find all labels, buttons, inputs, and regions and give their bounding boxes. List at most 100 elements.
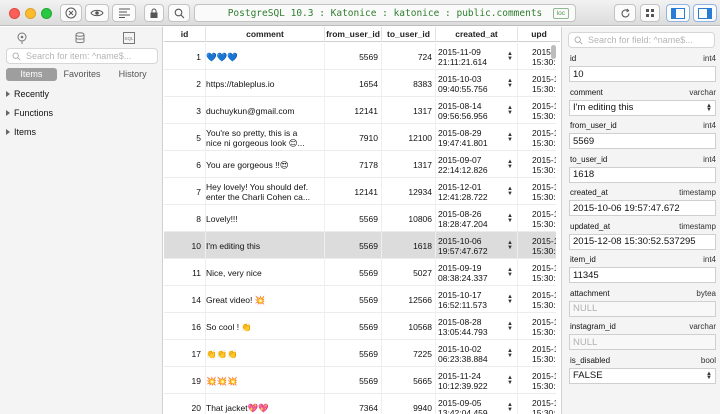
stepper-icon[interactable]: ▲ ▼ bbox=[507, 321, 513, 332]
cell-created-at[interactable]: 2015-08-28 13:05:44.793 bbox=[436, 313, 518, 340]
stepper-icon[interactable]: ▲ ▼ bbox=[507, 375, 513, 386]
cell-from-user-id[interactable]: 12141 bbox=[325, 178, 382, 205]
stepper-icon[interactable]: ▲ ▼ bbox=[507, 213, 513, 224]
cell-to-user-id[interactable]: 5027 bbox=[382, 259, 436, 286]
tab-history[interactable]: History bbox=[107, 68, 158, 81]
column-header-to-user-id[interactable]: to_user_id bbox=[382, 27, 436, 42]
cell-id[interactable]: 5 bbox=[164, 124, 206, 151]
column-header-id[interactable]: id bbox=[164, 27, 206, 42]
cell-to-user-id[interactable]: 5665 bbox=[382, 367, 436, 394]
table-row[interactable]: 7 Hey lovely! You should def. enter the Ch… bbox=[164, 178, 556, 205]
table-row[interactable]: 8 Lovely!!! 5569 10806 2015-08-26 18:28:47.20… bbox=[164, 205, 556, 232]
field-value-updated-at[interactable]: 2015-12-08 15:30:52.537295 bbox=[569, 233, 716, 250]
cell-from-user-id[interactable]: 5569 bbox=[325, 313, 382, 340]
cell-id[interactable]: 7 bbox=[164, 178, 206, 205]
cell-created-at[interactable]: 2015-10-17 16:52:11.573 bbox=[436, 286, 518, 313]
cell-to-user-id[interactable]: 8383 bbox=[382, 70, 436, 97]
table-row[interactable]: 1 💙💙💙 5569 724 2015-11-09 21:11:21.614 ▲ ▼ 2015-… bbox=[164, 43, 556, 70]
cell-created-at[interactable]: 2015-10-06 19:57:47.672 bbox=[436, 232, 518, 259]
cell-comment[interactable]: 👏👏👏 bbox=[206, 340, 325, 367]
disclosure-triangle-icon[interactable] bbox=[6, 91, 10, 97]
cell-to-user-id[interactable]: 12566 bbox=[382, 286, 436, 313]
layout-grid-button[interactable] bbox=[640, 4, 660, 22]
connection-info[interactable]: PostgreSQL 10.3 : Katonice : katonice : … bbox=[194, 4, 576, 22]
cell-to-user-id[interactable]: 9940 bbox=[382, 394, 436, 414]
stepper-icon[interactable]: ▲ ▼ bbox=[507, 240, 513, 251]
cell-from-user-id[interactable]: 5569 bbox=[325, 259, 382, 286]
refresh-button[interactable] bbox=[614, 4, 636, 22]
cell-from-user-id[interactable]: 5569 bbox=[325, 286, 382, 313]
cell-comment[interactable]: So cool ! 👏 bbox=[206, 313, 325, 340]
field-value-from-user-id[interactable]: 5569 bbox=[569, 133, 716, 149]
cell-created-at[interactable]: 2015-09-05 13:42:04.459 bbox=[436, 394, 518, 414]
cell-from-user-id[interactable]: 5569 bbox=[325, 232, 382, 259]
zoom-window-button[interactable] bbox=[41, 8, 52, 19]
table-row[interactable]: 2 https://tableplus.io 1654 8383 2015-10-03 0… bbox=[164, 70, 556, 97]
cell-id[interactable]: 6 bbox=[164, 151, 206, 178]
cell-to-user-id[interactable]: 12934 bbox=[382, 178, 436, 205]
stepper-icon[interactable]: ▲ ▼ bbox=[507, 267, 513, 278]
cell-from-user-id[interactable]: 7910 bbox=[325, 124, 382, 151]
cell-id[interactable]: 14 bbox=[164, 286, 206, 313]
database-sidebar-button[interactable] bbox=[72, 31, 88, 45]
field-value-comment[interactable]: I'm editing this ▲ ▼ bbox=[569, 99, 716, 116]
stepper-icon[interactable]: ▲ ▼ bbox=[507, 294, 513, 305]
cell-created-at[interactable]: 2015-10-03 09:40:55.756 bbox=[436, 70, 518, 97]
cell-from-user-id[interactable]: 5569 bbox=[325, 43, 382, 70]
stepper-icon[interactable]: ▲ ▼ bbox=[507, 132, 513, 143]
toggle-left-panel-button[interactable] bbox=[666, 4, 690, 22]
cell-comment[interactable]: duchuykun@gmail.com bbox=[206, 97, 325, 124]
item-search[interactable] bbox=[6, 48, 158, 64]
table-row[interactable]: 20 That jacket💖💖 7364 9940 2015-09-05 13:42:0… bbox=[164, 394, 556, 414]
cell-comment[interactable]: I'm editing this bbox=[206, 232, 325, 259]
table-row[interactable]: 11 Nice, very nice 5569 5027 2015-09-19 08:38… bbox=[164, 259, 556, 286]
table-row[interactable]: 16 So cool ! 👏 5569 10568 2015-08-28 13:05:44… bbox=[164, 313, 556, 340]
cell-created-at[interactable]: 2015-09-19 08:38:24.337 bbox=[436, 259, 518, 286]
stepper-icon[interactable]: ▲ ▼ bbox=[507, 159, 513, 170]
stepper-icon[interactable]: ▲ ▼ bbox=[507, 105, 513, 116]
cell-to-user-id[interactable]: 724 bbox=[382, 43, 436, 70]
cell-comment[interactable]: Nice, very nice bbox=[206, 259, 325, 286]
cell-comment[interactable]: https://tableplus.io bbox=[206, 70, 325, 97]
cell-created-at[interactable]: 2015-10-02 06:23:38.884 bbox=[436, 340, 518, 367]
cell-id[interactable]: 2 bbox=[164, 70, 206, 97]
stepper-icon[interactable]: ▲ ▼ bbox=[507, 186, 513, 197]
field-search-input[interactable] bbox=[588, 35, 708, 45]
stepper-icon[interactable]: ▲ ▼ bbox=[507, 402, 513, 413]
table-row[interactable]: 6 You are gorgeous !!😍 7178 1317 2015-09-07 2… bbox=[164, 151, 556, 178]
cell-from-user-id[interactable]: 12141 bbox=[325, 97, 382, 124]
tab-favorites[interactable]: Favorites bbox=[57, 68, 108, 81]
cell-id[interactable]: 17 bbox=[164, 340, 206, 367]
close-window-button[interactable] bbox=[9, 8, 20, 19]
cell-comment[interactable]: 💙💙💙 bbox=[206, 43, 325, 70]
stepper-icon[interactable]: ▲ ▼ bbox=[507, 348, 513, 359]
stepper-icon[interactable]: ▲ ▼ bbox=[507, 51, 513, 62]
cell-to-user-id[interactable]: 10568 bbox=[382, 313, 436, 340]
cell-created-at[interactable]: 2015-09-07 22:14:12.826 bbox=[436, 151, 518, 178]
field-value-to-user-id[interactable]: 1618 bbox=[569, 166, 716, 183]
search-button[interactable] bbox=[168, 4, 190, 22]
cell-from-user-id[interactable]: 5569 bbox=[325, 205, 382, 232]
table-row[interactable]: 5 You're so pretty, this is a nice ni gorg… bbox=[164, 124, 556, 151]
column-header-created-at[interactable]: created_at bbox=[436, 27, 518, 42]
table-row[interactable]: 3 duchuykun@gmail.com 12141 1317 2015-08-14 0… bbox=[164, 97, 556, 124]
stepper-icon[interactable]: ▲ ▼ bbox=[507, 78, 513, 89]
cell-to-user-id[interactable]: 1618 bbox=[382, 232, 436, 259]
cell-to-user-id[interactable]: 1317 bbox=[382, 97, 436, 124]
tree-item-recently[interactable]: Recently bbox=[6, 89, 156, 99]
cell-created-at[interactable]: 2015-11-09 21:11:21.614 bbox=[436, 43, 518, 70]
cell-created-at[interactable]: 2015-08-14 09:56:56.956 bbox=[436, 97, 518, 124]
table-row[interactable]: 19 💥💥💥 5569 5665 2015-11-24 10:12:39.922 ▲ ▼ 201… bbox=[164, 367, 556, 394]
field-value-id[interactable]: 10 bbox=[569, 66, 716, 82]
column-header-comment[interactable]: comment bbox=[206, 27, 325, 42]
cell-to-user-id[interactable]: 1317 bbox=[382, 151, 436, 178]
cell-id[interactable]: 16 bbox=[164, 313, 206, 340]
cell-to-user-id[interactable]: 7225 bbox=[382, 340, 436, 367]
field-value-item-id[interactable]: 11345 bbox=[569, 267, 716, 283]
table-row[interactable]: 17 👏👏👏 5569 7225 2015-10-02 06:23:38.884 ▲ ▼ 201… bbox=[164, 340, 556, 367]
cell-comment[interactable]: You are gorgeous !!😍 bbox=[206, 151, 325, 178]
cell-id[interactable]: 3 bbox=[164, 97, 206, 124]
cell-from-user-id[interactable]: 7178 bbox=[325, 151, 382, 178]
cell-comment[interactable]: Hey lovely! You should def. enter the Cha… bbox=[206, 178, 325, 205]
cell-from-user-id[interactable]: 5569 bbox=[325, 340, 382, 367]
